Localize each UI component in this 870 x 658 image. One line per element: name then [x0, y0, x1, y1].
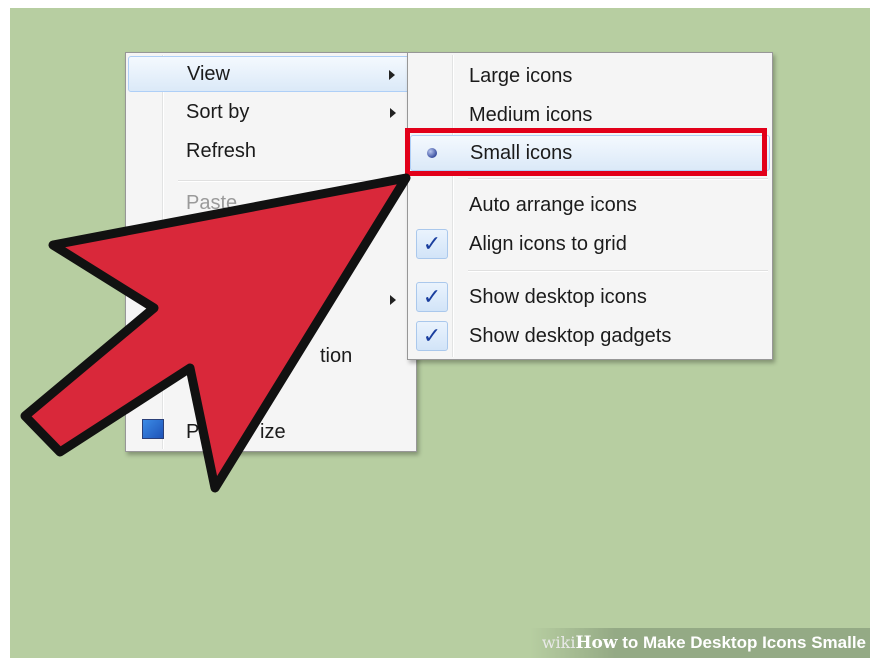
- watermark-title: to Make Desktop Icons Smalle: [617, 633, 866, 652]
- pointer-arrow-icon: [20, 173, 411, 493]
- watermark-brand: wiki: [541, 633, 576, 652]
- watermark-how: How: [575, 633, 618, 653]
- desktop[interactable]: View Sort by Refresh Paste tion P ize La…: [10, 8, 870, 658]
- watermark: wikiHow to Make Desktop Icons Smalle: [530, 628, 870, 658]
